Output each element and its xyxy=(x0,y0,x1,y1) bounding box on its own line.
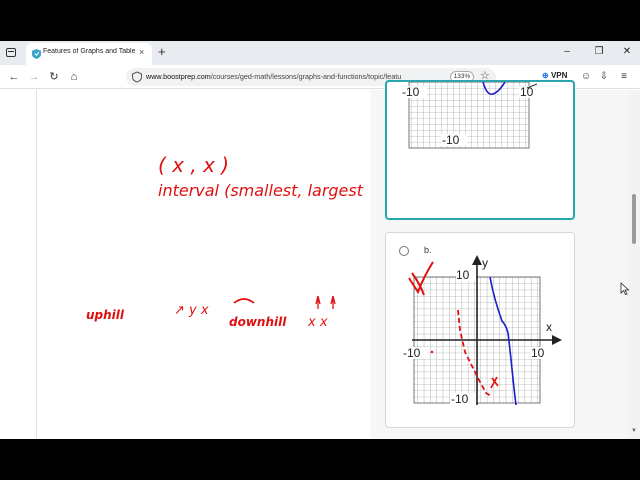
downloads-icon[interactable]: ⇩ xyxy=(596,69,612,85)
scroll-down-arrow[interactable]: ▼ xyxy=(631,428,637,434)
vpn-icon: ⊕ xyxy=(542,71,549,80)
url-path: /courses/ged-math/lessons/graphs-and-fun… xyxy=(210,72,402,81)
ink-downhill-arc xyxy=(233,298,255,304)
ink-annotations-layer: ( x , x ) interval (smallest, largest up… xyxy=(86,153,499,397)
screen: Features of Graphs and Tables ( × + – ❐ … xyxy=(0,0,640,480)
menu-icon[interactable]: ≡ xyxy=(616,69,632,85)
close-window-button[interactable]: ✕ xyxy=(620,45,634,59)
ink-up-arrows xyxy=(315,295,336,309)
ink-dot xyxy=(430,350,434,354)
maximize-button[interactable]: ❐ xyxy=(592,45,606,59)
url-host: www.boostprep.com xyxy=(146,72,211,81)
account-icon[interactable]: ☺ xyxy=(578,69,594,85)
minimize-button[interactable]: – xyxy=(560,45,574,59)
back-button[interactable]: ← xyxy=(6,69,22,85)
ink-downhill-marks: x x xyxy=(307,315,328,330)
ink-small-x xyxy=(490,376,499,389)
boostprep-favicon-icon xyxy=(32,49,41,59)
browser-window: Features of Graphs and Tables ( × + – ❐ … xyxy=(0,41,640,439)
tab-active[interactable]: Features of Graphs and Tables ( × xyxy=(26,43,152,65)
scrollbar-thumb[interactable] xyxy=(632,194,636,244)
ink-dashed-curve xyxy=(457,309,492,397)
mouse-cursor-icon xyxy=(620,282,630,295)
ink-uphill: uphill xyxy=(86,308,125,322)
vertical-scrollbar[interactable]: ▼ xyxy=(628,90,640,439)
site-info-icon[interactable] xyxy=(131,71,143,83)
vpn-button[interactable]: ⊕ VPN xyxy=(542,71,567,80)
ink-interval-caption: interval (smallest, largest xyxy=(158,181,364,200)
ink-cross-mark xyxy=(408,261,434,296)
vpn-label: VPN xyxy=(550,71,568,80)
ink-downhill: downhill xyxy=(229,315,287,329)
page-content: -10 10 -10 b. y x 10 -10 10 -10 y (x , … xyxy=(0,80,640,439)
new-tab-button[interactable]: + xyxy=(158,44,166,60)
reload-button[interactable]: ↻ xyxy=(46,69,62,85)
tab-title: Features of Graphs and Tables ( xyxy=(43,48,135,55)
ink-interval-notation: ( x , x ) xyxy=(158,153,229,177)
tab-actions-icon[interactable] xyxy=(4,46,18,60)
tab-close-icon[interactable]: × xyxy=(139,47,144,57)
home-button[interactable]: ⌂ xyxy=(66,69,82,85)
tab-strip: Features of Graphs and Tables ( × + – ❐ … xyxy=(0,41,640,65)
forward-button[interactable]: → xyxy=(26,69,42,85)
ink-uphill-marks: ↗ y x xyxy=(174,303,209,318)
